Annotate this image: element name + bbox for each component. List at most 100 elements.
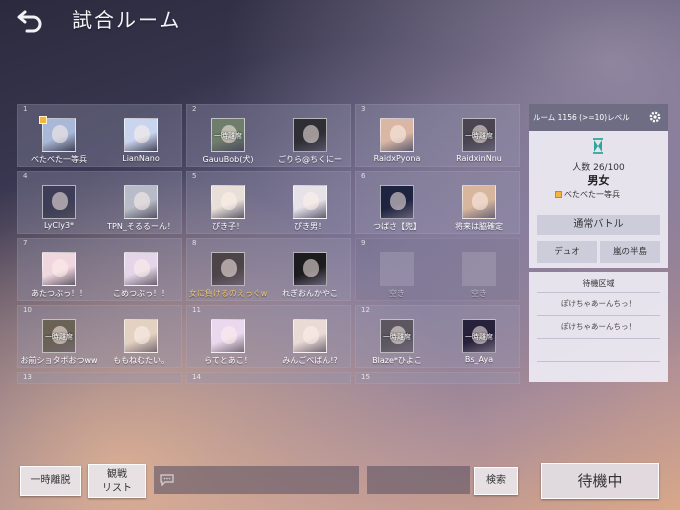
avatar-portrait-icon — [303, 192, 319, 210]
waiting-player-row — [537, 338, 660, 360]
player-card[interactable]: 一時離席 Blaze*ひよこ — [356, 317, 438, 367]
player-card[interactable]: RaidxPyona — [356, 116, 438, 166]
player-card[interactable]: ももねむたい。 — [100, 317, 182, 367]
team-slot[interactable]: 12 一時離席 Blaze*ひよこ 一時離席 Bs_Aya — [355, 305, 520, 368]
waiting-player-row[interactable]: ぽけちゃあーんちっ！ — [537, 315, 660, 337]
team-slot[interactable]: 3 RaidxPyona 一時離席 RaidxinNnu — [355, 104, 520, 167]
waiting-player-row[interactable]: ぽけちゃあーんちっ！ — [537, 292, 660, 314]
avatar: 一時離席 — [211, 118, 245, 152]
page-title: 試合ルーム — [72, 8, 182, 32]
spectate-list-button[interactable]: 観戦 リスト — [88, 464, 146, 498]
team-slot[interactable]: 14 — [186, 372, 351, 384]
player-card[interactable]: つばさ【兜】 — [356, 183, 438, 233]
player-name: LianNano — [122, 154, 160, 163]
avatar-portrait-icon — [472, 192, 488, 210]
away-label: 一時離席 — [383, 333, 411, 341]
gear-icon[interactable] — [648, 110, 662, 124]
chat-input[interactable] — [154, 466, 359, 494]
room-header-label: ルーム 1156 (>=10)レベル — [533, 113, 630, 122]
avatar-portrait-icon — [52, 259, 68, 277]
room-header: ルーム 1156 (>=10)レベル — [529, 104, 668, 131]
avatar-portrait-icon — [134, 125, 150, 143]
search-button[interactable]: 検索 — [474, 467, 518, 495]
room-host: べたべた一等兵 — [555, 189, 620, 200]
empty-seat[interactable]: 空き — [438, 250, 520, 300]
player-card[interactable]: ぴき子！ — [187, 183, 269, 233]
player-name: あたつぶっ！！ — [31, 289, 87, 298]
match-mode: 男女 — [587, 174, 610, 187]
away-label: 一時離席 — [465, 132, 493, 140]
team-slot[interactable]: 11 らてとあこ！ みんごべばん!? — [186, 305, 351, 368]
back-button[interactable] — [16, 6, 48, 34]
empty-avatar — [380, 252, 414, 286]
player-card[interactable]: らてとあこ！ — [187, 317, 269, 367]
player-card[interactable]: 女に負けるのえっぐw — [187, 250, 269, 300]
waiting-area-panel: 待機区域 ぽけちゃあーんちっ！ ぽけちゃあーんちっ！ — [529, 272, 668, 382]
avatar-portrait-icon — [221, 326, 237, 344]
chat-bubble-icon — [160, 474, 174, 486]
avatar-portrait-icon — [134, 192, 150, 210]
team-slot[interactable]: 4 LyCly3* TPN_そるるーん！ — [17, 171, 182, 234]
player-card[interactable]: LianNano — [100, 116, 182, 166]
player-card[interactable]: ぴき男！ — [269, 183, 351, 233]
team-slot[interactable]: 10 一時離席 お前ショタボおつww ももねむたい。 — [17, 305, 182, 368]
player-name: こめつぶっ！！ — [113, 289, 169, 298]
player-card[interactable]: 一時離席 RaidxinNnu — [438, 116, 520, 166]
avatar — [42, 252, 76, 286]
avatar-portrait-icon — [52, 192, 68, 210]
slot-number: 12 — [361, 306, 370, 314]
player-name: お前ショタボおつww — [20, 356, 98, 365]
empty-seat[interactable]: 空き — [356, 250, 438, 300]
waiting-player-row — [537, 361, 660, 379]
player-name: ぴき男！ — [294, 222, 326, 231]
player-card[interactable]: 一時離席 お前ショタボおつww — [18, 317, 100, 367]
team-slot[interactable]: 7 あたつぶっ！！ こめつぶっ！！ — [17, 238, 182, 301]
slot-number: 3 — [361, 105, 366, 113]
avatar — [42, 185, 76, 219]
rule-battle-type: 通常バトル — [537, 215, 660, 235]
team-slot[interactable]: 9 空き 空き — [355, 238, 520, 301]
player-card[interactable]: ごりら@ちくにー — [269, 116, 351, 166]
ready-status-button[interactable]: 待機中 — [541, 463, 659, 499]
slot-number: 6 — [361, 172, 366, 180]
avatar — [293, 319, 327, 353]
player-card[interactable]: みんごべばん!? — [269, 317, 351, 367]
slot-number: 14 — [192, 373, 201, 381]
player-name: 空き — [389, 289, 405, 298]
player-card[interactable]: こめつぶっ！！ — [100, 250, 182, 300]
team-slot-grid: 1 べたべた一等兵 LianNano 2 一時離席 GauuBob(犬) ごりら@ちくにー 3… — [17, 104, 520, 384]
team-slot[interactable]: 15 — [355, 372, 520, 384]
avatar — [380, 118, 414, 152]
player-card[interactable]: 一時離席 Bs_Aya — [438, 317, 520, 367]
team-slot[interactable]: 13 — [17, 372, 182, 384]
leave-temporarily-button[interactable]: 一時離脱 — [20, 466, 81, 496]
host-star-icon — [39, 116, 47, 124]
player-card[interactable]: LyCly3* — [18, 183, 100, 233]
team-slot[interactable]: 1 べたべた一等兵 LianNano — [17, 104, 182, 167]
team-slot[interactable]: 8 女に負けるのえっぐw れぎおんかやこ — [186, 238, 351, 301]
team-slot[interactable]: 5 ぴき子！ ぴき男！ — [186, 171, 351, 234]
away-label: 一時離席 — [465, 333, 493, 341]
avatar — [124, 185, 158, 219]
avatar-portrait-icon — [52, 125, 68, 143]
player-card[interactable]: れぎおんかやこ — [269, 250, 351, 300]
avatar-portrait-icon — [221, 192, 237, 210]
team-slot[interactable]: 6 つばさ【兜】 将来は脇確定 — [355, 171, 520, 234]
back-arrow-icon — [17, 10, 42, 33]
avatar-portrait-icon — [303, 259, 319, 277]
avatar — [293, 252, 327, 286]
player-card[interactable]: べたべた一等兵 — [18, 116, 100, 166]
search-input[interactable] — [367, 466, 470, 494]
player-name: れぎおんかやこ — [282, 289, 338, 298]
player-card[interactable]: 将来は脇確定 — [438, 183, 520, 233]
avatar-portrait-icon — [134, 259, 150, 277]
player-card[interactable]: あたつぶっ！！ — [18, 250, 100, 300]
avatar — [293, 185, 327, 219]
team-slot[interactable]: 2 一時離席 GauuBob(犬) ごりら@ちくにー — [186, 104, 351, 167]
player-card[interactable]: TPN_そるるーん！ — [100, 183, 182, 233]
player-card[interactable]: 一時離席 GauuBob(犬) — [187, 116, 269, 166]
player-name: ぴき子！ — [212, 222, 244, 231]
spectate-list-line1: 観戦 — [107, 469, 127, 480]
slot-number: 5 — [192, 172, 197, 180]
slot-number: 13 — [23, 373, 32, 381]
